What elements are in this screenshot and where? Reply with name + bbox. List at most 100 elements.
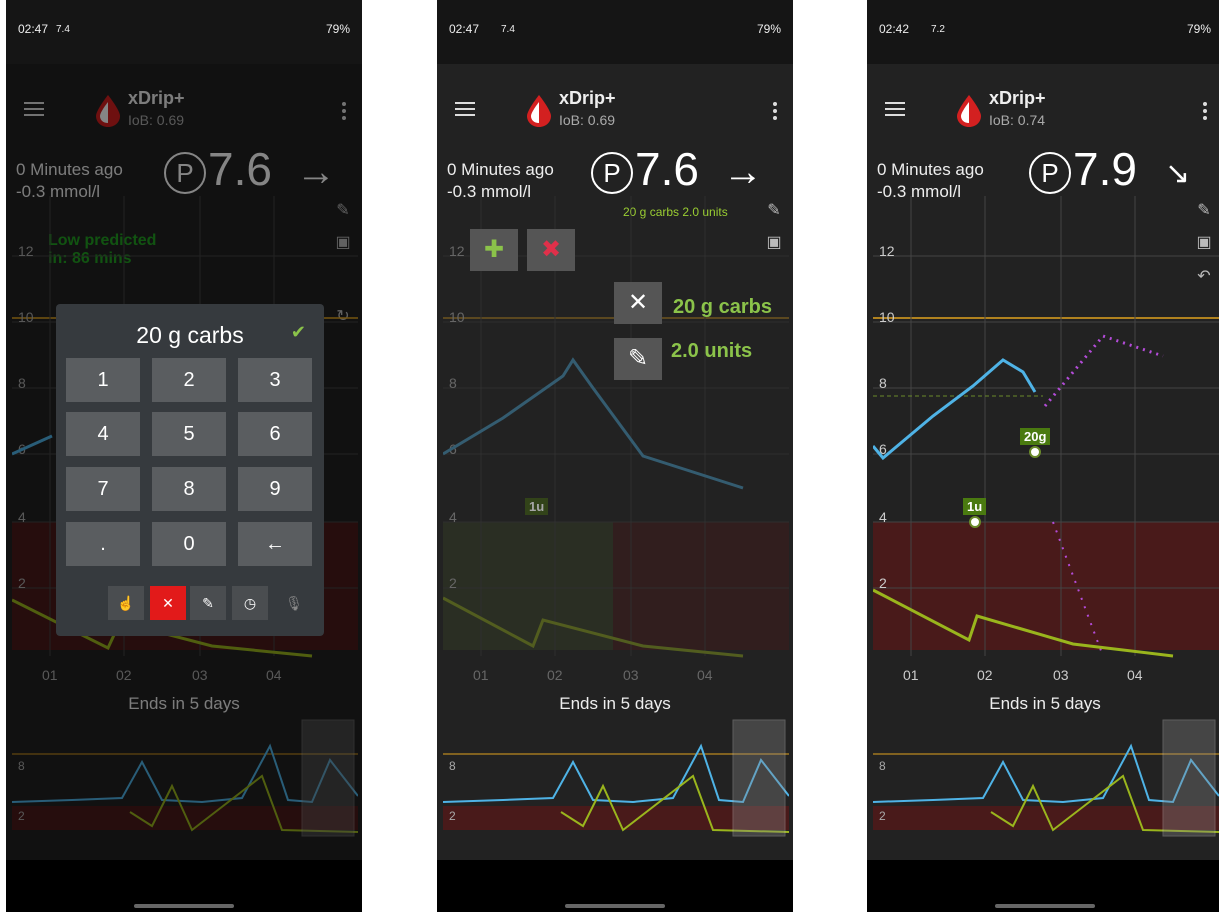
y-tick: 12 <box>879 243 895 259</box>
status-bar: 02:42 7.2 79% <box>867 0 1219 64</box>
status-time: 02:47 <box>18 22 49 36</box>
overview-chart[interactable]: 8 2 <box>873 716 1219 856</box>
status-time: 02:47 <box>449 22 480 36</box>
key-7[interactable]: 7 <box>66 467 140 511</box>
phone-screenshot-2: 02:47 7.4 79% xDrip+ IoB: 0.69 0 Minutes… <box>437 0 793 912</box>
dropper-icon[interactable]: ✎ <box>614 338 662 380</box>
status-extra: 7.4 <box>501 24 515 35</box>
nav-bar <box>867 860 1219 912</box>
carbs-label: 20 g carbs <box>673 296 772 318</box>
carbs-icon[interactable]: ✕ <box>150 586 186 620</box>
y-tick: 12 <box>449 243 465 259</box>
x-tick: 02 <box>977 667 993 683</box>
app-bar: xDrip+ IoB: 0.74 <box>867 64 1219 148</box>
timer-icon[interactable]: ◷ <box>232 586 268 620</box>
microphone-icon[interactable]: 🎙 <box>276 586 312 620</box>
app-title: xDrip+ <box>989 88 1046 108</box>
insulin-marker: 1u <box>525 498 549 515</box>
carbs-icon[interactable]: ✕ <box>614 282 662 324</box>
main-panel: 0 Minutes ago -0.3 mmol/l P 7.9 ↘ ✎ ▣ ↶ … <box>867 143 1219 860</box>
glucose-value: 7.9 <box>1073 143 1137 195</box>
overflow-menu-icon[interactable] <box>1203 102 1207 123</box>
status-bar: 02:47 7.4 79% <box>6 0 362 64</box>
home-indicator[interactable] <box>565 904 665 908</box>
home-indicator[interactable] <box>134 904 234 908</box>
y-tick: 2 <box>879 575 887 591</box>
iob-value: IoB: 0.74 <box>989 112 1046 128</box>
drop-icon <box>527 95 551 127</box>
drop-icon <box>957 95 981 127</box>
svg-text:8: 8 <box>879 759 886 773</box>
cancel-x-button[interactable]: ✖ <box>527 229 575 271</box>
home-indicator[interactable] <box>995 904 1095 908</box>
x-tick: 02 <box>547 667 563 683</box>
battery-level: 79% <box>325 22 350 36</box>
overflow-menu-icon[interactable] <box>773 102 777 123</box>
y-tick: 10 <box>449 309 465 325</box>
status-extra: 7.2 <box>931 24 945 35</box>
y-tick: 8 <box>449 375 457 391</box>
iob-value: IoB: 0.69 <box>559 112 616 128</box>
key-0[interactable]: 0 <box>152 522 226 566</box>
phone-screenshot-3: 02:42 7.2 79% xDrip+ IoB: 0.74 0 Minutes… <box>867 0 1219 912</box>
trend-arrow: ↘ <box>1165 157 1191 190</box>
minutes-ago: 0 Minutes ago <box>447 160 554 179</box>
nav-bar <box>437 860 793 912</box>
x-tick: 04 <box>697 667 713 683</box>
app-title: xDrip+ <box>559 88 616 108</box>
key-dot[interactable]: . <box>66 522 140 566</box>
x-tick: 03 <box>1053 667 1069 683</box>
carb-entry-dialog: 20 g carbs ✔ 1 2 3 4 5 6 7 8 9 . 0 ← ☝ ✕… <box>56 304 324 636</box>
status-time: 02:42 <box>879 22 910 36</box>
battery-level: 79% <box>756 22 781 36</box>
key-6[interactable]: 6 <box>238 412 312 456</box>
nav-bar <box>6 860 362 912</box>
key-backspace[interactable]: ← <box>238 522 312 566</box>
key-5[interactable]: 5 <box>152 412 226 456</box>
x-tick: 01 <box>903 667 919 683</box>
phone-screenshot-1: 02:47 7.4 79% xDrip+ IoB: 0.69 0 Minutes… <box>6 0 362 912</box>
key-8[interactable]: 8 <box>152 467 226 511</box>
key-4[interactable]: 4 <box>66 412 140 456</box>
ends-in-text: Ends in 5 days <box>989 694 1101 713</box>
overview-chart[interactable]: 8 2 <box>443 716 789 856</box>
y-tick: 10 <box>879 309 895 325</box>
units-label: 2.0 units <box>671 340 753 362</box>
menu-icon[interactable] <box>455 102 475 116</box>
key-2[interactable]: 2 <box>152 358 226 402</box>
p-badge: P <box>591 152 633 194</box>
minutes-ago: 0 Minutes ago <box>877 160 984 179</box>
carbs-marker: 20g <box>1020 428 1051 445</box>
p-badge: P <box>1029 152 1071 194</box>
y-tick: 2 <box>449 575 457 591</box>
insulin-marker: 1u <box>963 498 987 515</box>
menu-icon[interactable] <box>885 102 905 116</box>
status-bar: 02:47 7.4 79% <box>437 0 793 64</box>
key-1[interactable]: 1 <box>66 358 140 402</box>
y-tick: 4 <box>449 509 457 525</box>
add-plus-button[interactable]: ✚ <box>470 229 518 271</box>
glucose-value: 7.6 <box>635 143 699 195</box>
main-panel: 0 Minutes ago -0.3 mmol/l P 7.6 → 20 g c… <box>437 143 793 860</box>
svg-text:2: 2 <box>879 809 886 823</box>
ends-in-text: Ends in 5 days <box>559 694 671 713</box>
x-tick: 04 <box>1127 667 1143 683</box>
x-tick: 01 <box>473 667 489 683</box>
status-extra: 7.4 <box>56 24 70 35</box>
key-9[interactable]: 9 <box>238 467 312 511</box>
svg-text:2: 2 <box>449 809 456 823</box>
battery-level: 79% <box>1186 22 1211 36</box>
y-tick: 8 <box>879 375 887 391</box>
touch-icon[interactable]: ☝ <box>108 586 144 620</box>
dialog-title: 20 g carbs <box>136 322 244 348</box>
confirm-check-icon[interactable]: ✔ <box>291 322 306 343</box>
y-tick: 4 <box>879 509 887 525</box>
app-bar: xDrip+ IoB: 0.69 <box>437 64 793 148</box>
glucose-chart[interactable]: 12 10 8 6 4 2 01 02 03 04 <box>873 196 1219 708</box>
x-tick: 03 <box>623 667 639 683</box>
dropper-icon[interactable]: ✎ <box>190 586 226 620</box>
key-3[interactable]: 3 <box>238 358 312 402</box>
trend-arrow: → <box>723 150 763 194</box>
svg-text:8: 8 <box>449 759 456 773</box>
glucose-chart[interactable]: 12 10 8 6 4 2 01 02 03 04 <box>443 196 789 708</box>
